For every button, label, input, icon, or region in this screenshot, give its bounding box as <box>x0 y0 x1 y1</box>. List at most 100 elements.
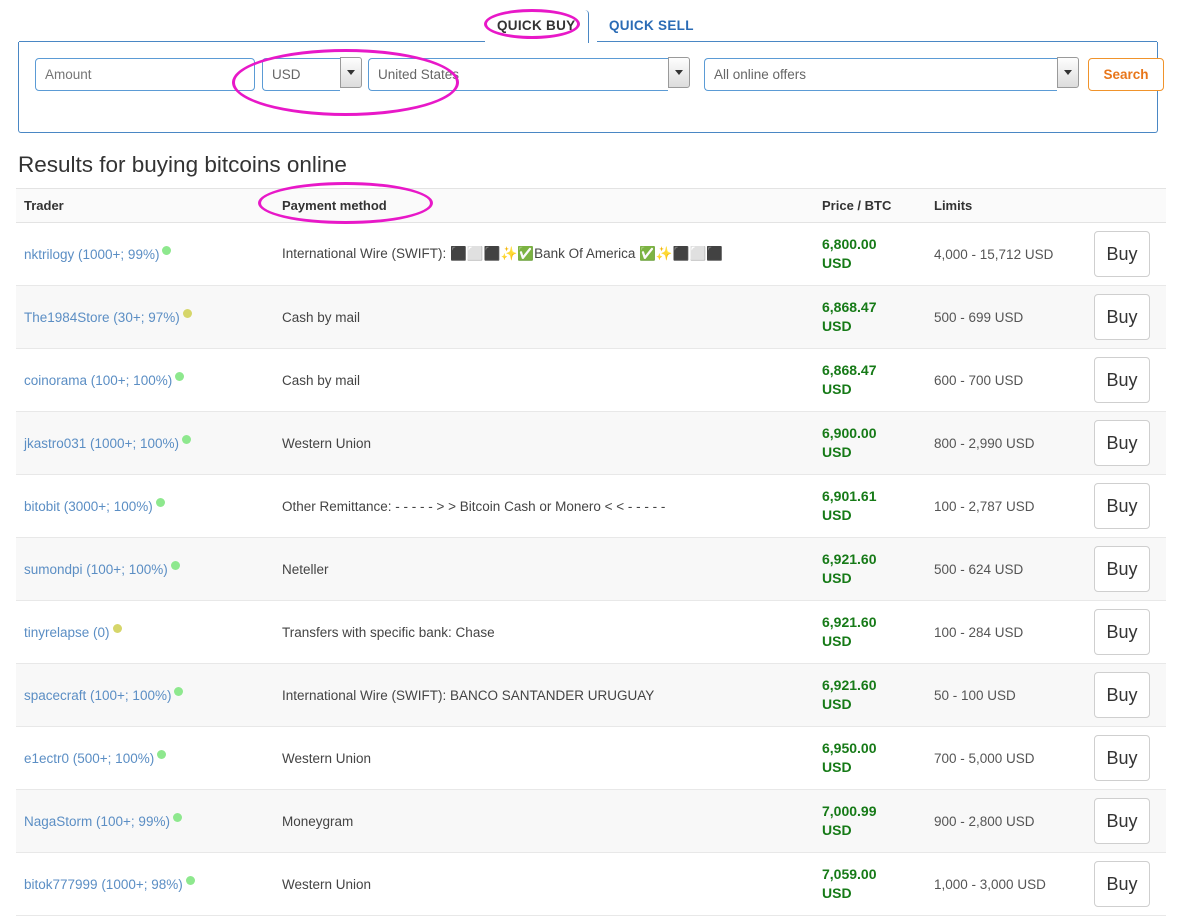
buy-button[interactable]: Buy <box>1094 798 1150 844</box>
cell-price: 6,900.00 USD <box>814 411 926 475</box>
trader-link[interactable]: NagaStorm (100+; 99%) <box>24 814 170 829</box>
cell-trader: e1ectr0 (500+; 100%) <box>16 726 274 790</box>
cell-limits: 800 - 2,990 USD <box>926 411 1086 475</box>
trader-link[interactable]: bitok777999 (1000+; 98%) <box>24 877 183 892</box>
amount-input[interactable] <box>35 58 255 91</box>
tab-quick-sell[interactable]: QUICK SELL <box>596 10 707 43</box>
column-header-payment[interactable]: Payment method <box>274 188 814 223</box>
column-header-limits[interactable]: Limits <box>926 188 1086 223</box>
offer-type-select-value[interactable]: All online offers <box>704 58 1057 91</box>
chevron-down-icon[interactable] <box>1057 57 1079 88</box>
table-header-row: Trader Payment method Price / BTC Limits <box>16 188 1166 223</box>
cell-trader: jkastro031 (1000+; 100%) <box>16 411 274 475</box>
table-row: tinyrelapse (0) Transfers with specific b… <box>16 600 1166 664</box>
trader-link[interactable]: spacecraft (100+; 100%) <box>24 688 171 703</box>
buy-button[interactable]: Buy <box>1094 231 1150 277</box>
cell-payment-method: International Wire (SWIFT): ⬛⬜⬛✨✅Bank Of… <box>274 222 814 286</box>
country-select[interactable]: United States <box>368 57 690 91</box>
cell-payment-method: Western Union <box>274 411 814 475</box>
cell-price: 7,000.99 USD <box>814 789 926 853</box>
cell-price: 6,950.00 USD <box>814 726 926 790</box>
buy-button[interactable]: Buy <box>1094 861 1150 907</box>
country-select-value[interactable]: United States <box>368 58 668 91</box>
search-button[interactable]: Search <box>1088 58 1164 91</box>
buy-button[interactable]: Buy <box>1094 483 1150 529</box>
cell-limits: 500 - 699 USD <box>926 285 1086 349</box>
trader-link[interactable]: coinorama (100+; 100%) <box>24 373 172 388</box>
trader-link[interactable]: e1ectr0 (500+; 100%) <box>24 751 154 766</box>
column-header-trader[interactable]: Trader <box>16 188 274 223</box>
price-currency: USD <box>822 318 852 334</box>
price-amount: 6,868.47 <box>822 362 877 378</box>
cell-payment-method: Moneygram <box>274 789 814 853</box>
search-form: USD United States All online offers Sear… <box>35 57 1164 91</box>
status-dot-icon <box>175 371 185 381</box>
price-currency: USD <box>822 444 852 460</box>
trader-link[interactable]: The1984Store (30+; 97%) <box>24 310 180 325</box>
table-row: spacecraft (100+; 100%) International Wir… <box>16 663 1166 727</box>
price-amount: 6,950.00 <box>822 740 877 756</box>
cell-limits: 100 - 284 USD <box>926 600 1086 664</box>
trader-link[interactable]: sumondpi (100+; 100%) <box>24 562 168 577</box>
offers-table: Trader Payment method Price / BTC Limits… <box>16 188 1166 916</box>
tab-quick-buy[interactable]: QUICK BUY <box>484 10 590 43</box>
cell-action: Buy <box>1086 726 1166 790</box>
buy-button[interactable]: Buy <box>1094 609 1150 655</box>
status-dot-icon <box>181 434 191 444</box>
table-row: nktrilogy (1000+; 99%) International Wire… <box>16 222 1166 286</box>
trader-link[interactable]: jkastro031 (1000+; 100%) <box>24 436 179 451</box>
cell-payment-method: Cash by mail <box>274 285 814 349</box>
chevron-down-icon[interactable] <box>668 57 690 88</box>
cell-action: Buy <box>1086 474 1166 538</box>
cell-trader: coinorama (100+; 100%) <box>16 348 274 412</box>
offers-table-head: Trader Payment method Price / BTC Limits <box>16 188 1166 223</box>
currency-select-value[interactable]: USD <box>262 58 340 91</box>
cell-trader: spacecraft (100+; 100%) <box>16 663 274 727</box>
price-currency: USD <box>822 885 852 901</box>
cell-payment-method: Western Union <box>274 852 814 916</box>
buy-button[interactable]: Buy <box>1094 420 1150 466</box>
buy-button[interactable]: Buy <box>1094 294 1150 340</box>
trader-link[interactable]: tinyrelapse (0) <box>24 625 110 640</box>
cell-trader: nktrilogy (1000+; 99%) <box>16 222 274 286</box>
status-dot-icon <box>174 686 184 696</box>
price-currency: USD <box>822 696 852 712</box>
currency-select[interactable]: USD <box>262 57 362 91</box>
chevron-down-icon[interactable] <box>340 57 362 88</box>
cell-price: 7,059.00 USD <box>814 852 926 916</box>
buy-button[interactable]: Buy <box>1094 735 1150 781</box>
buy-button[interactable]: Buy <box>1094 546 1150 592</box>
cell-price: 6,921.60 USD <box>814 537 926 601</box>
price-amount: 6,921.60 <box>822 677 877 693</box>
table-row: e1ectr0 (500+; 100%) Western Union 6,950.0… <box>16 726 1166 790</box>
price-amount: 6,868.47 <box>822 299 877 315</box>
price-currency: USD <box>822 570 852 586</box>
price-amount: 6,900.00 <box>822 425 877 441</box>
cell-action: Buy <box>1086 285 1166 349</box>
price-currency: USD <box>822 759 852 775</box>
buy-button[interactable]: Buy <box>1094 672 1150 718</box>
cell-price: 6,868.47 USD <box>814 285 926 349</box>
cell-limits: 700 - 5,000 USD <box>926 726 1086 790</box>
price-amount: 6,901.61 <box>822 488 877 504</box>
status-dot-icon <box>170 560 180 570</box>
cell-trader: NagaStorm (100+; 99%) <box>16 789 274 853</box>
cell-action: Buy <box>1086 600 1166 664</box>
table-row: sumondpi (100+; 100%) Neteller 6,921.60 USD… <box>16 537 1166 601</box>
trader-link[interactable]: nktrilogy (1000+; 99%) <box>24 247 159 262</box>
status-dot-icon <box>185 875 195 885</box>
table-row: coinorama (100+; 100%) Cash by mail 6,868.… <box>16 348 1166 412</box>
cell-price: 6,901.61 USD <box>814 474 926 538</box>
cell-limits: 1,000 - 3,000 USD <box>926 852 1086 916</box>
price-amount: 6,921.60 <box>822 614 877 630</box>
trader-link[interactable]: bitobit (3000+; 100%) <box>24 499 153 514</box>
table-row: NagaStorm (100+; 99%) Moneygram 7,000.99 US… <box>16 789 1166 853</box>
column-header-price[interactable]: Price / BTC <box>814 188 926 223</box>
cell-trader: bitobit (3000+; 100%) <box>16 474 274 538</box>
cell-limits: 4,000 - 15,712 USD <box>926 222 1086 286</box>
offer-type-select[interactable]: All online offers <box>704 57 1079 91</box>
cell-action: Buy <box>1086 789 1166 853</box>
status-dot-icon <box>112 623 122 633</box>
buy-button[interactable]: Buy <box>1094 357 1150 403</box>
cell-action: Buy <box>1086 852 1166 916</box>
